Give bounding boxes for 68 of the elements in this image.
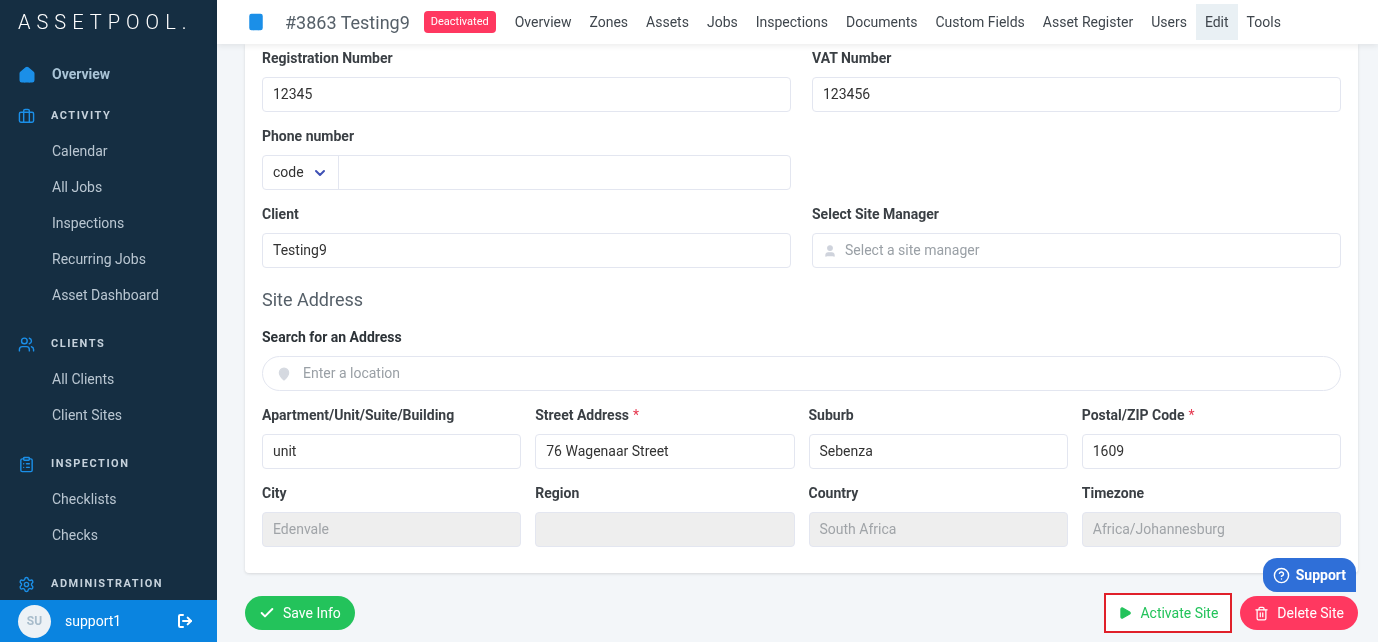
nav-tab[interactable]: Zones [580,4,638,40]
location-pin-icon [277,366,291,381]
section-heading: Site Address [262,288,365,312]
input-field[interactable]: Sebenza [808,434,1068,469]
section-icon [18,107,35,125]
sidebar-item[interactable]: Overview [0,64,217,85]
nav-tab[interactable]: Jobs [697,4,747,40]
required-mark: * [633,406,640,425]
support-button[interactable]: Support [1262,558,1356,592]
country-code-select[interactable]: code [273,162,304,183]
logo[interactable]: ASSETPOOL. [0,0,217,44]
delete-button[interactable]: Delete Site [1240,596,1358,630]
section-title: CLIENTS [51,335,106,352]
nav-tab[interactable]: Custom Fields [926,4,1034,40]
section-title: ADMINISTRATION [51,575,164,592]
field-label: VAT Number [812,49,892,68]
user-name: support1 [65,611,123,631]
phone-field[interactable]: code [262,155,791,190]
field-label: City [262,484,287,503]
sidebar-item[interactable]: Client Sites [0,397,217,433]
field-label: Select Site Manager [812,205,939,224]
help-icon [1272,566,1290,584]
field-label: Street Address [535,406,630,425]
field-label: Country [808,484,859,503]
page-title: #3863 Testing9 [285,10,410,35]
field-label: Suburb [808,406,854,425]
nav-tab[interactable]: Tools [1237,4,1290,40]
section-title: ACTIVITY [51,107,112,124]
home-icon [18,65,36,84]
required-mark: * [1188,406,1195,425]
section-title: INSPECTION [51,455,130,472]
field-label: Search for an Address [262,328,403,347]
input-field[interactable]: unit [262,434,522,469]
sidebar-item[interactable]: Checks [0,517,217,553]
field-label: Timezone [1081,484,1145,503]
play-icon [1118,606,1133,620]
field-label: Apartment/Unit/Suite/Building [262,406,455,425]
trash-icon [1254,605,1270,621]
sidebar-item[interactable]: Inspections [0,205,217,241]
field-label: Region [535,484,580,503]
field-label: Registration Number [262,49,393,68]
sidebar-item[interactable]: All Jobs [0,169,217,205]
field-label: Client [262,205,299,224]
input-field[interactable]: Testing9 [262,233,791,268]
input-field[interactable]: 1609 [1081,434,1341,469]
person-icon [823,243,837,258]
nav-tab[interactable]: Asset Register [1033,4,1143,40]
logout-icon[interactable] [177,613,193,629]
field-label: Phone number [262,127,355,146]
field-label: Postal/ZIP Code [1081,406,1185,425]
input-field[interactable]: 123456 [812,77,1341,112]
nav-tab[interactable]: Documents [837,4,927,40]
sidebar-item[interactable]: Recurring Jobs [0,241,217,277]
input-field[interactable]: 76 Wagenaar Street [535,434,795,469]
section-icon [18,455,35,473]
sidebar-item[interactable]: Calendar [0,133,217,169]
nav-tab[interactable]: Users [1142,4,1196,40]
sidebar-item[interactable]: All Clients [0,361,217,397]
status-badge: Deactivated [423,10,496,34]
section-icon [18,575,35,593]
nav-tab[interactable]: Assets [637,4,698,40]
nav-tab[interactable]: Overview [505,4,581,40]
nav-tab[interactable]: Edit [1195,4,1238,40]
nav-tab[interactable]: Inspections [746,4,838,40]
section-icon [18,335,35,353]
sidebar-item[interactable]: Checklists [0,481,217,517]
sidebar-item[interactable]: Asset Dashboard [0,277,217,313]
input-field[interactable]: 12345 [262,77,791,112]
